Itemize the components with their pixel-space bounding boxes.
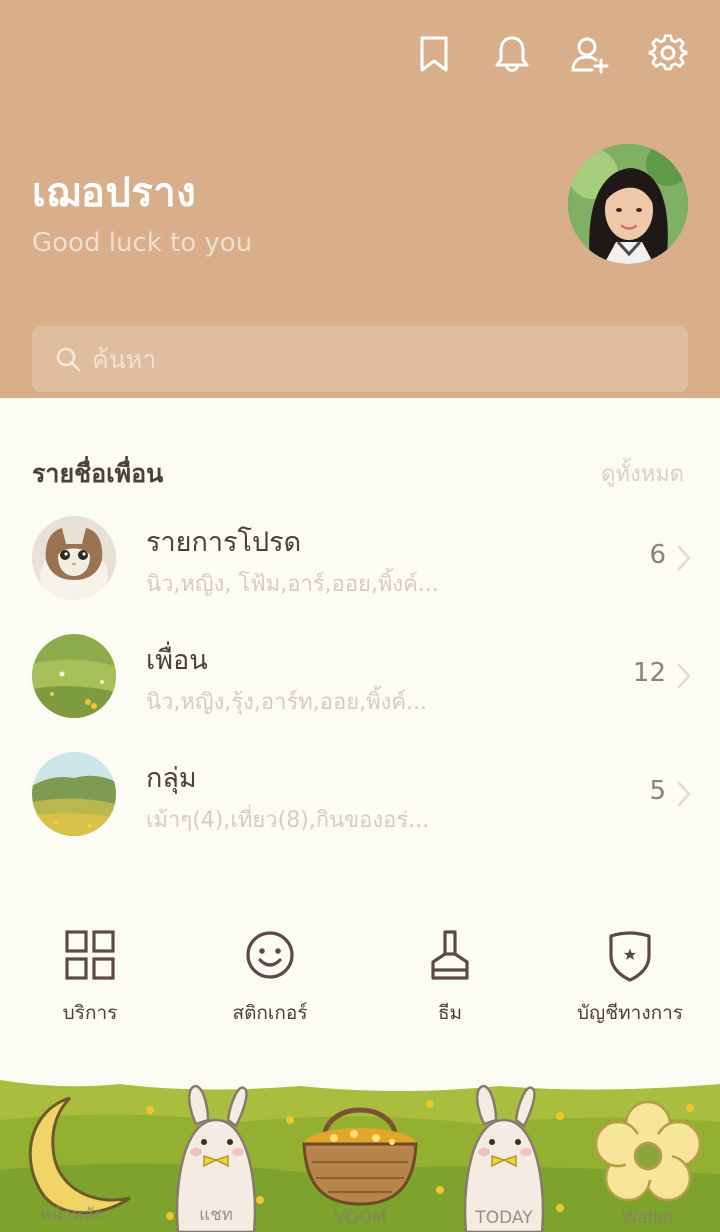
themes-label: ธีม bbox=[437, 1002, 463, 1024]
friends-thumbnail bbox=[32, 634, 116, 718]
stickers-label: สติกเกอร์ bbox=[232, 1002, 308, 1024]
favorites-thumbnail bbox=[32, 516, 116, 600]
profile-header: เฌอปราง Good luck to you bbox=[0, 0, 720, 398]
chevron-right-icon bbox=[677, 781, 691, 807]
profile-name[interactable]: เฌอปราง bbox=[32, 160, 196, 224]
status-message[interactable]: Good luck to you bbox=[32, 228, 252, 258]
list-item-groups[interactable]: กลุ่ม เม้าๆ(4),เที่ยว(8),กินของอร่... 5 bbox=[0, 752, 720, 852]
shield-star-icon bbox=[609, 931, 651, 982]
chevron-right-icon bbox=[677, 545, 691, 571]
see-all-link[interactable]: ดูทั้งหมด bbox=[601, 456, 684, 491]
search-icon bbox=[56, 347, 81, 372]
list-item-count: 12 bbox=[632, 658, 666, 688]
nav-today[interactable]: TODAY bbox=[432, 1080, 576, 1232]
quick-menu: บริการ สติกเกอร์ ธีม บัญชีทางการ bbox=[0, 924, 720, 1034]
list-item-subtitle: นิว,หญิง, โฟ้ม,อาร์,ออย,พิ้งค์... bbox=[146, 572, 439, 597]
nav-home-label: หน้าหลัก bbox=[39, 1205, 105, 1225]
nav-wallet[interactable]: Wallet bbox=[576, 1080, 720, 1232]
nav-chat[interactable]: แชท bbox=[144, 1080, 288, 1232]
list-item-friends[interactable]: เพื่อน นิว,หญิง,รุ้ง,อาร์ท,ออย,พิ้งค์...… bbox=[0, 634, 720, 734]
friends-section-title: รายชื่อเพื่อน bbox=[32, 459, 164, 488]
search-input[interactable] bbox=[92, 344, 652, 374]
nav-today-label: TODAY bbox=[475, 1208, 533, 1228]
bell-icon[interactable] bbox=[490, 30, 534, 78]
nav-home[interactable]: หน้าหลัก bbox=[0, 1080, 144, 1232]
services-button[interactable]: บริการ bbox=[0, 924, 180, 1028]
avatar[interactable] bbox=[568, 144, 688, 264]
official-accounts-button[interactable]: บัญชีทางการ bbox=[540, 924, 720, 1028]
bottom-navigation: หน้าหลัก แชท VOOM TODAY Wallet bbox=[0, 1080, 720, 1232]
stickers-button[interactable]: สติกเกอร์ bbox=[180, 924, 360, 1028]
groups-thumbnail bbox=[32, 752, 116, 836]
list-item-title: รายการโปรด bbox=[146, 527, 302, 558]
nav-wallet-label: Wallet bbox=[621, 1208, 675, 1228]
list-item-favorites[interactable]: รายการโปรด นิว,หญิง, โฟ้ม,อาร์,ออย,พิ้งค… bbox=[0, 516, 720, 616]
list-item-title: เพื่อน bbox=[146, 645, 208, 676]
list-item-subtitle: เม้าๆ(4),เที่ยว(8),กินของอร่... bbox=[146, 808, 430, 833]
search-bar[interactable] bbox=[32, 326, 688, 392]
add-friend-icon[interactable] bbox=[568, 30, 612, 78]
header-toolbar bbox=[412, 30, 690, 78]
brush-icon bbox=[431, 930, 469, 980]
nav-chat-label: แชท bbox=[199, 1205, 233, 1225]
bookmark-icon[interactable] bbox=[412, 30, 456, 78]
list-item-count: 6 bbox=[649, 540, 666, 570]
themes-button[interactable]: ธีม bbox=[360, 924, 540, 1028]
list-item-subtitle: นิว,หญิง,รุ้ง,อาร์ท,ออย,พิ้งค์... bbox=[146, 690, 428, 715]
list-item-title: กลุ่ม bbox=[146, 763, 197, 794]
smiley-icon bbox=[246, 931, 294, 979]
nav-voom-label: VOOM bbox=[333, 1208, 387, 1228]
list-item-count: 5 bbox=[649, 776, 666, 806]
services-label: บริการ bbox=[62, 1002, 118, 1024]
official-accounts-label: บัญชีทางการ bbox=[577, 1002, 683, 1024]
nav-voom[interactable]: VOOM bbox=[288, 1080, 432, 1232]
gear-icon[interactable] bbox=[646, 30, 690, 78]
chevron-right-icon bbox=[677, 663, 691, 689]
grid-icon bbox=[65, 930, 115, 980]
